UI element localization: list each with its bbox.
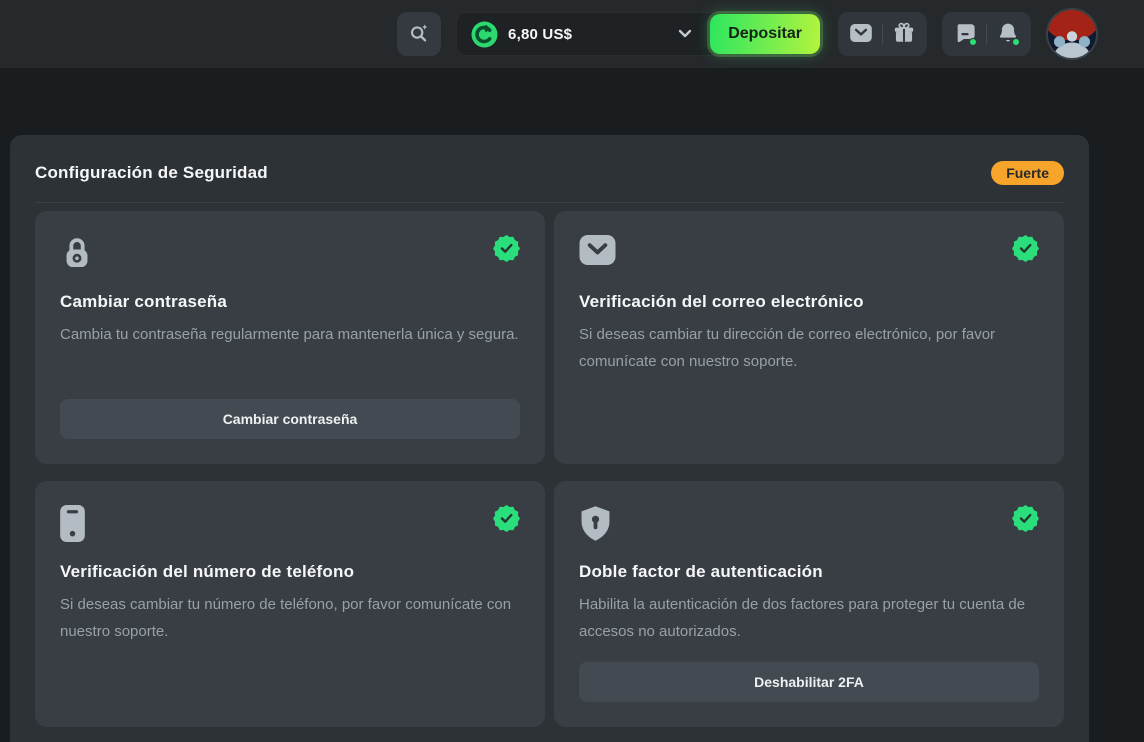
gift-icon bbox=[893, 22, 915, 47]
security-settings-panel: Configuración de Seguridad Fuerte bbox=[10, 135, 1089, 742]
chat-button[interactable] bbox=[944, 12, 986, 56]
chat-notifications-group bbox=[942, 12, 1031, 56]
card-change-password: Cambiar contraseña Cambia tu contraseña … bbox=[35, 211, 545, 464]
chevron-down-icon bbox=[678, 25, 692, 43]
card-title: Verificación del número de teléfono bbox=[60, 562, 520, 582]
notifications-button[interactable] bbox=[987, 12, 1029, 56]
deposit-button[interactable]: Depositar bbox=[710, 14, 820, 54]
change-password-button[interactable]: Cambiar contraseña bbox=[60, 399, 520, 439]
security-cards-grid: Cambiar contraseña Cambia tu contraseña … bbox=[35, 211, 1064, 727]
shield-icon bbox=[579, 505, 612, 547]
card-two-factor-auth: Doble factor de autenticación Habilita l… bbox=[554, 481, 1064, 727]
search-button[interactable] bbox=[397, 12, 441, 56]
verified-check-icon bbox=[1012, 235, 1039, 262]
wallet-selector[interactable]: 6,80 US$ Depositar bbox=[456, 12, 823, 56]
gift-button[interactable] bbox=[883, 12, 925, 56]
card-description: Habilita la autenticación de dos factore… bbox=[579, 591, 1039, 645]
card-description: Si deseas cambiar tu dirección de correo… bbox=[579, 321, 1039, 375]
verified-check-icon bbox=[1012, 505, 1039, 532]
bell-status-dot bbox=[1012, 38, 1020, 46]
search-icon bbox=[408, 22, 430, 47]
card-title: Cambiar contraseña bbox=[60, 292, 520, 312]
card-phone-verification: Verificación del número de teléfono Si d… bbox=[35, 481, 545, 727]
mail-gift-group bbox=[838, 12, 927, 56]
verified-check-icon bbox=[493, 505, 520, 532]
phone-icon bbox=[60, 505, 85, 547]
password-strength-badge: Fuerte bbox=[991, 161, 1064, 185]
disable-2fa-button[interactable]: Deshabilitar 2FA bbox=[579, 662, 1039, 702]
lock-icon bbox=[60, 235, 94, 276]
top-bar: 6,80 US$ Depositar bbox=[0, 0, 1144, 68]
wallet-balance: 6,80 US$ bbox=[508, 26, 668, 43]
mail-icon bbox=[579, 235, 616, 270]
card-description: Cambia tu contraseña regularmente para m… bbox=[60, 321, 520, 348]
user-avatar[interactable] bbox=[1046, 8, 1098, 60]
page-title: Configuración de Seguridad bbox=[35, 163, 268, 183]
mail-button[interactable] bbox=[840, 12, 882, 56]
verified-check-icon bbox=[493, 235, 520, 262]
card-email-verification: Verificación del correo electrónico Si d… bbox=[554, 211, 1064, 464]
page: 6,80 US$ Depositar bbox=[0, 0, 1144, 742]
panel-header: Configuración de Seguridad Fuerte bbox=[35, 161, 1064, 185]
chat-status-dot bbox=[969, 38, 977, 46]
card-title: Doble factor de autenticación bbox=[579, 562, 1039, 582]
divider bbox=[35, 202, 1064, 203]
card-title: Verificación del correo electrónico bbox=[579, 292, 1039, 312]
coin-icon bbox=[471, 21, 498, 48]
mail-icon bbox=[850, 24, 872, 45]
card-description: Si deseas cambiar tu número de teléfono,… bbox=[60, 591, 520, 645]
